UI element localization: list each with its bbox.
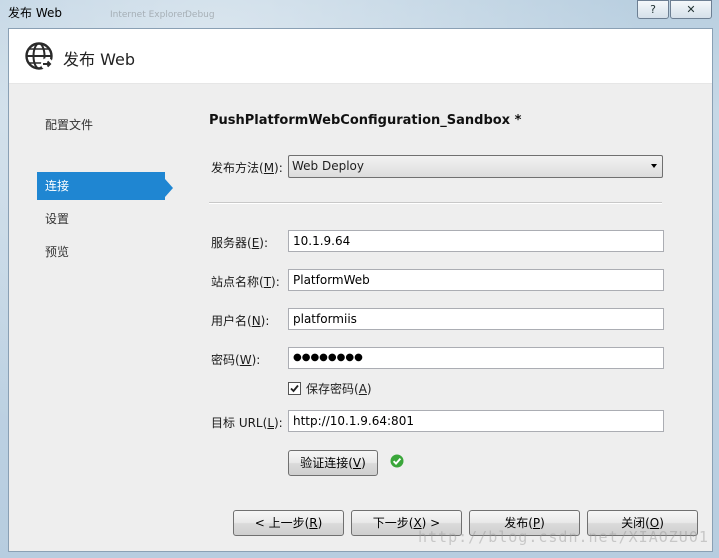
dialog-header: 发布 Web <box>9 29 712 84</box>
server-input[interactable]: 10.1.9.64 <box>288 230 664 252</box>
publish-method-value: Web Deploy <box>292 159 364 173</box>
background-blur-text: Internet Explorer <box>110 10 187 20</box>
dialog-client: 发布 Web 配置文件 连接 设置 预览 PushPlatformWebConf… <box>8 28 713 552</box>
site-name-input[interactable]: PlatformWeb <box>288 269 664 291</box>
globe-icon <box>25 42 53 70</box>
publish-method-label: 发布方法(M): <box>211 161 283 175</box>
nav-item-preview[interactable]: 预览 <box>37 238 175 266</box>
publish-method-select[interactable]: Web Deploy <box>288 155 663 178</box>
check-circle-icon <box>390 454 404 468</box>
dropdown-arrow-icon <box>651 164 657 168</box>
server-label: 服务器(E): <box>211 236 269 250</box>
save-password-checkbox[interactable] <box>288 382 301 395</box>
header-title: 发布 Web <box>63 50 135 69</box>
title-bar[interactable]: 发布 Web Internet Explorer Debug ? ✕ <box>0 0 719 28</box>
window-title: 发布 Web <box>8 6 62 20</box>
previous-button[interactable]: < 上一步(R) <box>233 510 344 536</box>
dialog-body: 配置文件 连接 设置 预览 PushPlatformWebConfigurati… <box>9 84 712 551</box>
target-url-input[interactable]: http://10.1.9.64:801 <box>288 410 664 432</box>
site-name-label: 站点名称(T): <box>211 275 280 289</box>
nav-item-connection[interactable]: 连接 <box>37 172 165 200</box>
target-url-label: 目标 URL(L): <box>211 416 283 430</box>
password-label: 密码(W): <box>211 353 261 367</box>
nav-item-settings[interactable]: 设置 <box>37 205 175 233</box>
divider <box>209 202 662 204</box>
watermark-text: http://blog.csdn.net/XIAOZU01 <box>418 528 709 546</box>
nav-item-profile[interactable]: 配置文件 <box>37 111 175 139</box>
help-button[interactable]: ? <box>637 0 669 19</box>
checkmark-icon <box>290 384 299 393</box>
window-chrome: 发布 Web Internet Explorer Debug ? ✕ 发布 We… <box>0 0 719 558</box>
nav-active-pointer <box>165 179 173 197</box>
verify-connection-button[interactable]: 验证连接(V) <box>288 450 378 476</box>
background-blur-text-2: Debug <box>185 10 215 20</box>
username-input[interactable]: platformiis <box>288 308 664 330</box>
profile-name: PushPlatformWebConfiguration_Sandbox * <box>209 113 522 128</box>
close-window-button[interactable]: ✕ <box>670 0 712 19</box>
save-password-label[interactable]: 保存密码(A) <box>306 380 372 397</box>
password-input[interactable]: ●●●●●●●● <box>288 347 664 369</box>
username-label: 用户名(N): <box>211 314 270 328</box>
